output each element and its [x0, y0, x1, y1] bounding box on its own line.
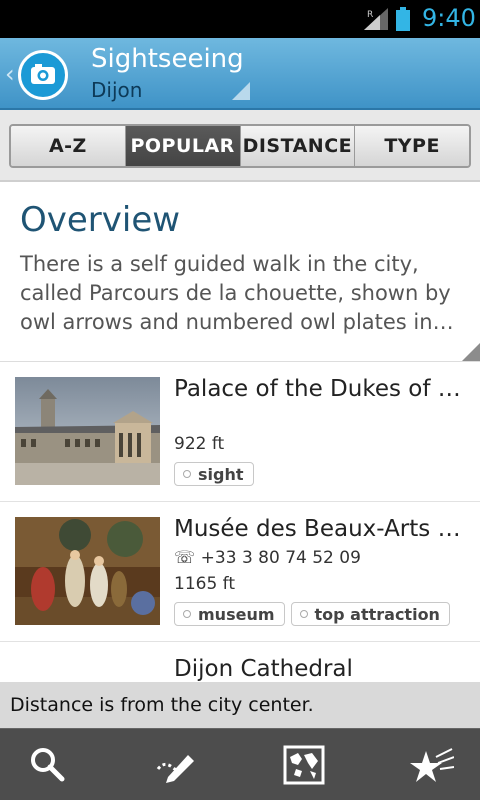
tab-type[interactable]: TYPE [355, 126, 469, 166]
battery-icon [396, 7, 410, 31]
tag-list: sight [174, 462, 254, 486]
overview-title: Overview [20, 200, 181, 240]
overview-section[interactable]: Overview There is a self guided walk in … [0, 184, 480, 362]
info-bar: Distance is from the city center. [0, 682, 480, 728]
sort-tabs-area: A-Z POPULAR DISTANCE TYPE [0, 110, 480, 182]
tag-hole-icon [183, 610, 191, 618]
status-bar: R 9:40 [0, 0, 480, 38]
sort-tabs: A-Z POPULAR DISTANCE TYPE [9, 124, 471, 168]
expand-corner-icon [462, 343, 480, 361]
back-chevron-icon[interactable]: ‹ [5, 60, 15, 88]
edit-path-icon[interactable] [154, 743, 198, 787]
favorites-icon[interactable] [410, 743, 454, 787]
tag-hole-icon [299, 610, 308, 618]
tag-sight[interactable]: sight [174, 462, 254, 486]
signal-icon: R [364, 8, 388, 30]
tab-popular[interactable]: POPULAR [125, 126, 241, 166]
city-spinner[interactable]: Dijon [91, 78, 142, 102]
list-item-title: Palace of the Dukes of B… [174, 376, 464, 402]
tag-top-attraction[interactable]: top attraction [290, 602, 450, 626]
tag-list: museum top attraction [174, 602, 450, 626]
tab-a-z[interactable]: A-Z [11, 126, 126, 166]
tag-hole-icon [183, 470, 191, 478]
camera-icon[interactable] [18, 50, 68, 100]
list-item-distance: 1165 ft [174, 574, 236, 594]
list-item-distance: 922 ft [174, 434, 225, 454]
list-item-title: Dijon Cathedral [174, 656, 353, 682]
overview-text: There is a self guided walk in the city,… [20, 252, 454, 334]
tag-museum[interactable]: museum [174, 602, 285, 626]
spinner-corner-icon [232, 82, 250, 100]
map-icon[interactable] [282, 743, 326, 787]
page-title: Sightseeing [91, 44, 244, 74]
list-item-title: Musée des Beaux-Arts d… [174, 516, 464, 542]
clock: 9:40 [422, 4, 476, 32]
museum-thumbnail [15, 517, 160, 625]
list-item[interactable]: Palace of the Dukes of B… 922 ft sight [0, 362, 480, 502]
svg-text:R: R [367, 10, 373, 20]
search-icon[interactable] [26, 743, 70, 787]
list-item-phone[interactable]: ☏ +33 3 80 74 52 09 [174, 548, 361, 568]
tab-distance[interactable]: DISTANCE [240, 126, 356, 166]
bottom-bar [0, 728, 480, 800]
list-item[interactable]: Musée des Beaux-Arts d… ☏ +33 3 80 74 52… [0, 502, 480, 642]
palace-thumbnail [15, 377, 160, 485]
